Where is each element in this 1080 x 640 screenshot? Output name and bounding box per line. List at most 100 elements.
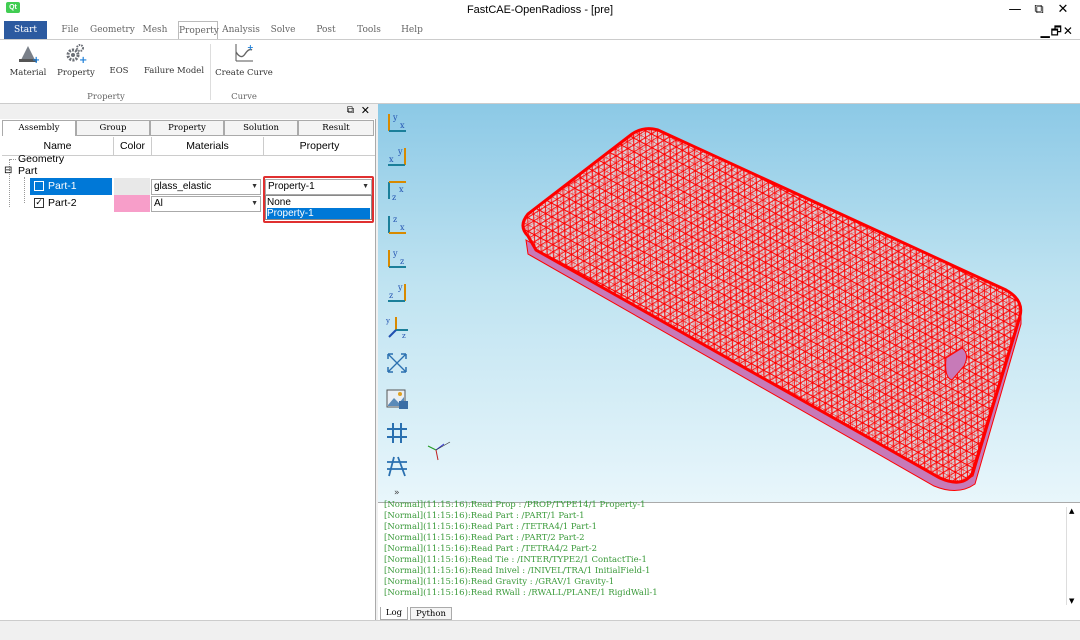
part-2-checkbox[interactable]: ✓ <box>34 198 44 208</box>
eos-button[interactable]: EOS <box>104 66 134 76</box>
mesh-grid-icon[interactable] <box>384 454 410 480</box>
group-label-property: Property <box>87 92 125 102</box>
tab-geometry[interactable]: Geometry <box>90 21 135 39</box>
property-button[interactable]: + Property <box>54 42 98 78</box>
tab-assembly[interactable]: Assembly <box>2 120 76 136</box>
menu-bar: Start File Geometry Mesh Property Analys… <box>0 20 1080 39</box>
svg-text:x: x <box>399 185 404 194</box>
table-row-part-1[interactable]: Part-1 <box>30 178 112 195</box>
log-line: [Normal](11:15:16):Read Part : /TETRA4/1… <box>384 522 598 532</box>
highlight-frame <box>263 176 374 223</box>
failure-model-button[interactable]: Failure Model <box>142 66 206 76</box>
log-line: [Normal](11:15:16):Read Prop : /PROP/TYP… <box>384 500 646 510</box>
restore-button[interactable]: ⧉ <box>1028 2 1050 18</box>
view-yz-icon[interactable]: yz <box>384 246 410 272</box>
material-label: Material <box>9 68 47 78</box>
svg-text:y: y <box>392 249 398 258</box>
status-bar <box>0 620 1080 640</box>
model-tree-panel: ⧉ ✕ Assembly Group Property Solution Res… <box>0 104 376 620</box>
table-row-part-2[interactable]: ✓ Part-2 <box>30 195 112 212</box>
view-xz-icon[interactable]: xz <box>384 178 410 204</box>
tree-line <box>10 159 16 160</box>
tab-help[interactable]: Help <box>398 21 426 39</box>
material-button[interactable]: + Material <box>6 42 50 78</box>
scroll-down-icon[interactable]: ▼ <box>1069 597 1074 605</box>
tab-file[interactable]: File <box>54 21 86 39</box>
tab-start[interactable]: Start <box>4 21 47 39</box>
material-icon: + <box>19 46 39 64</box>
tab-property[interactable]: Property <box>178 21 219 39</box>
tab-log[interactable]: Log <box>380 607 408 620</box>
minimize-button[interactable]: — <box>1004 2 1026 18</box>
3d-viewport[interactable]: yx yx xz zx yz yz yz » <box>378 104 1080 502</box>
tree-item-geometry[interactable]: Geometry <box>18 153 64 165</box>
dock-header: ⧉ ✕ <box>0 104 376 119</box>
gears-icon: + <box>66 44 87 64</box>
part-2-color-swatch[interactable] <box>114 195 150 212</box>
tab-property-panel[interactable]: Property <box>150 120 224 136</box>
log-line: [Normal](11:15:16):Read Inivel : /INIVEL… <box>384 566 651 576</box>
log-line: [Normal](11:15:16):Read Gravity : /GRAV/… <box>384 577 615 587</box>
group-label-curve: Curve <box>231 92 257 102</box>
float-icon[interactable]: ⧉ <box>347 105 354 116</box>
svg-text:z: z <box>400 257 404 266</box>
part-2-material-value: Al <box>154 198 163 209</box>
part-2-name: Part-2 <box>48 197 77 209</box>
create-curve-button[interactable]: + Create Curve <box>214 42 274 78</box>
view-xy-icon[interactable]: yx <box>384 110 410 136</box>
property-label: Property <box>57 68 95 78</box>
tree-line <box>24 177 25 203</box>
view-zx-icon[interactable]: zx <box>384 212 410 238</box>
fit-view-icon[interactable] <box>384 350 410 376</box>
console-scrollbar[interactable]: ▲ ▼ <box>1066 507 1078 605</box>
failure-model-label: Failure Model <box>143 66 205 76</box>
title-bar: Qt FastCAE-OpenRadioss - [pre] — ⧉ ✕ <box>0 0 1080 20</box>
tree-item-part[interactable]: Part <box>18 165 37 177</box>
view-zy-icon[interactable]: yz <box>384 280 410 306</box>
eos-label: EOS <box>109 66 129 76</box>
svg-text:+: + <box>79 55 87 64</box>
orientation-triad-icon <box>427 441 451 461</box>
scroll-up-icon[interactable]: ▲ <box>1069 507 1074 515</box>
tab-result[interactable]: Result <box>298 120 374 136</box>
log-line: [Normal](11:15:16):Read Tie : /INTER/TYP… <box>384 555 647 565</box>
column-materials[interactable]: Materials <box>152 137 264 156</box>
svg-text:x: x <box>400 121 405 130</box>
svg-text:+: + <box>247 43 254 52</box>
svg-text:y: y <box>385 317 390 325</box>
create-curve-label: Create Curve <box>215 68 273 78</box>
tab-python[interactable]: Python <box>410 607 452 620</box>
tab-analysis[interactable]: Analysis <box>220 21 262 39</box>
svg-text:x: x <box>400 223 405 232</box>
view-iso-icon[interactable]: yz <box>384 314 410 340</box>
tab-tools[interactable]: Tools <box>352 21 386 39</box>
view-toolbar: yx yx xz zx yz yz yz » <box>378 104 416 502</box>
chevron-down-icon: ▼ <box>251 200 258 207</box>
ribbon-separator <box>210 44 211 100</box>
part-1-checkbox[interactable] <box>34 181 44 191</box>
svg-text:z: z <box>389 291 393 300</box>
expand-icon[interactable]: ⊟ <box>4 165 12 176</box>
tab-mesh[interactable]: Mesh <box>140 21 170 39</box>
more-tools-icon[interactable]: » <box>394 488 400 498</box>
close-button[interactable]: ✕ <box>1052 2 1074 18</box>
tab-post[interactable]: Post <box>312 21 340 39</box>
tab-solution[interactable]: Solution <box>224 120 298 136</box>
tab-solve[interactable]: Solve <box>268 21 298 39</box>
log-console: [Normal](11:15:16):Read Prop : /PROP/TYP… <box>378 500 1080 620</box>
part-1-color-swatch[interactable] <box>114 178 150 195</box>
log-line: [Normal](11:15:16):Read Part : /TETRA4/2… <box>384 544 598 554</box>
grid-icon[interactable] <box>384 420 410 446</box>
log-line: [Normal](11:15:16):Read Part : /PART/2 P… <box>384 533 585 543</box>
svg-text:y: y <box>392 113 398 122</box>
dock-close-icon[interactable]: ✕ <box>361 104 370 117</box>
view-yx-icon[interactable]: yx <box>384 144 410 170</box>
part-1-material-select[interactable]: glass_elastic ▼ <box>151 179 261 195</box>
column-color[interactable]: Color <box>114 137 152 156</box>
screenshot-icon[interactable] <box>384 386 410 412</box>
part-2-material-select[interactable]: Al ▼ <box>151 196 261 212</box>
tab-group[interactable]: Group <box>76 120 150 136</box>
part-1-material-value: glass_elastic <box>154 181 212 192</box>
chevron-down-icon: ▼ <box>251 183 258 190</box>
column-property[interactable]: Property <box>264 137 375 156</box>
